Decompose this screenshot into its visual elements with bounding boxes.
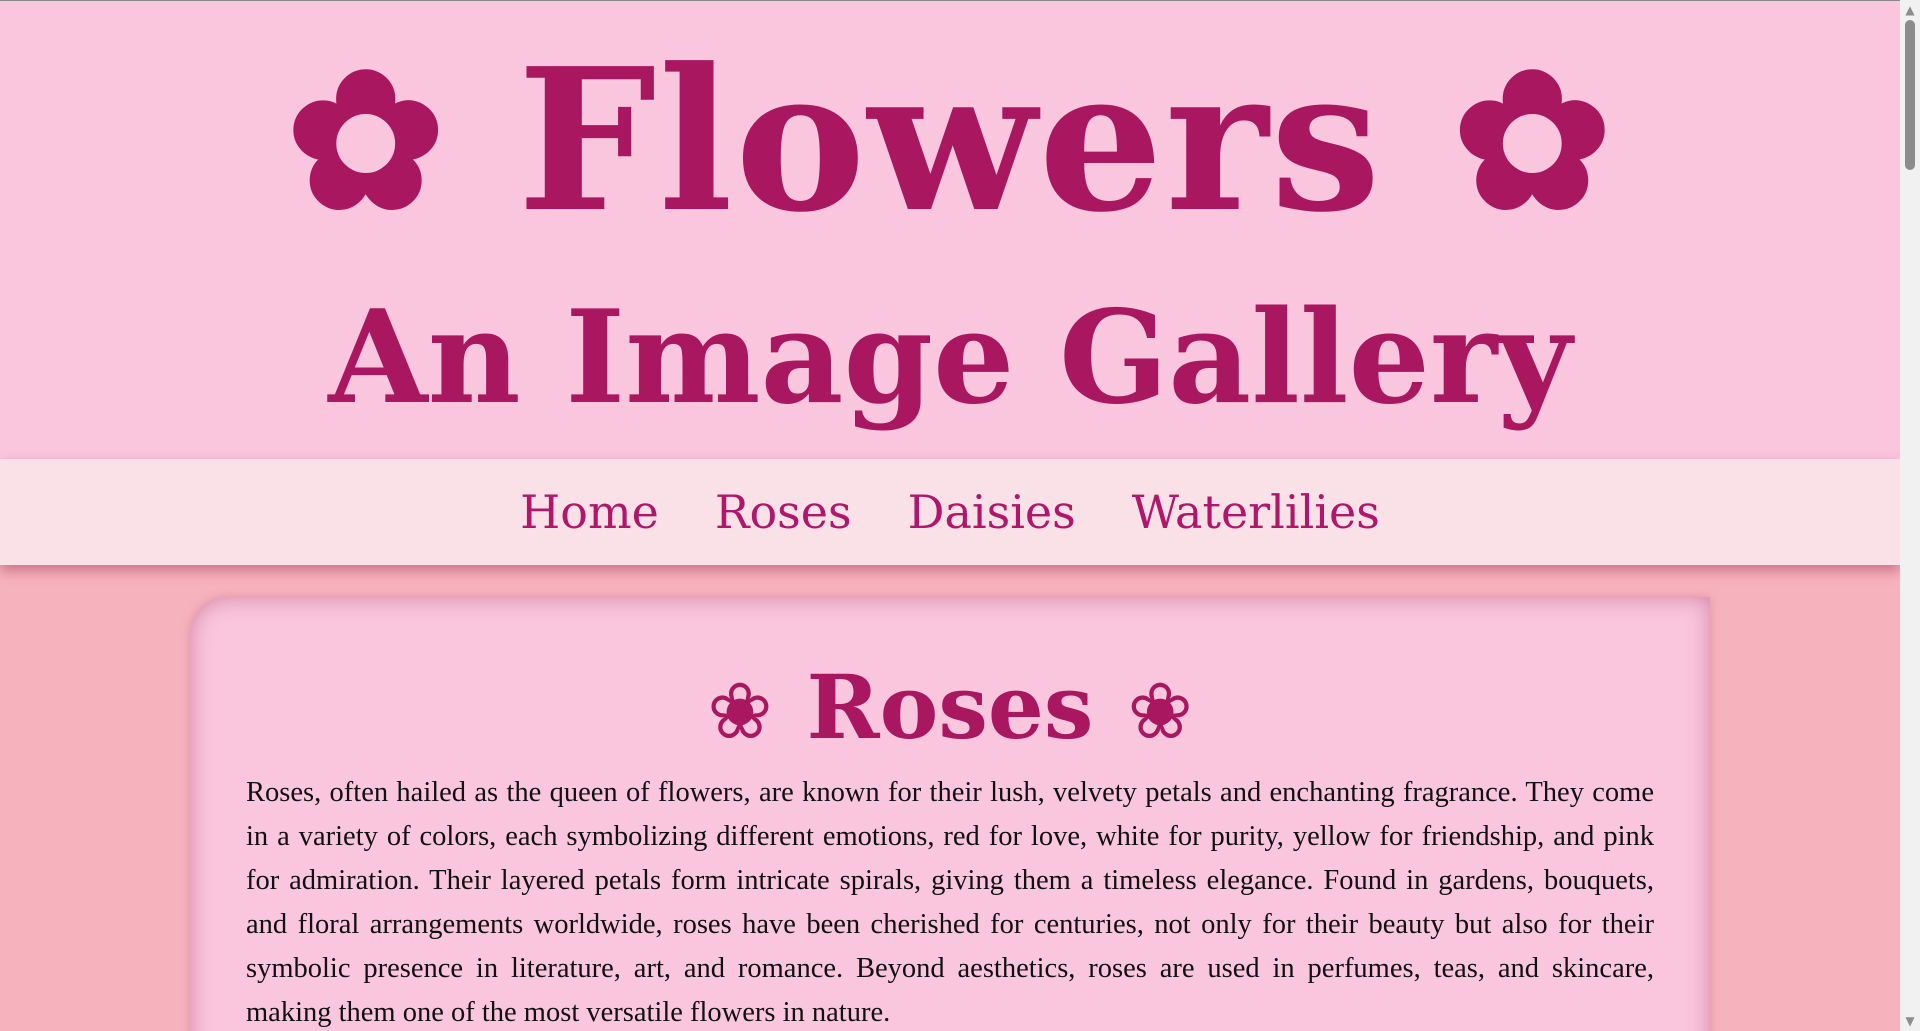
site-subtitle: An Image Gallery bbox=[328, 283, 1572, 433]
roses-section: ❀ Roses ❀ Roses, often hailed as the queen… bbox=[190, 597, 1710, 1031]
scrollbar-thumb[interactable] bbox=[1905, 20, 1915, 170]
scroll-up-arrow-icon[interactable]: ▲ bbox=[1900, 2, 1920, 18]
main-nav: Home Roses Daisies Waterlilies bbox=[0, 459, 1900, 565]
nav-link-daisies[interactable]: Daisies bbox=[908, 485, 1076, 539]
vertical-scrollbar[interactable]: ▲ ▼ bbox=[1900, 0, 1920, 1031]
nav-link-waterlilies[interactable]: Waterlilies bbox=[1132, 485, 1380, 539]
flower-icon: ❀ bbox=[1127, 667, 1193, 757]
page: ✿ Flowers ✿ An Image Gallery Home Roses Da… bbox=[0, 0, 1900, 1031]
nav-link-home[interactable]: Home bbox=[520, 485, 659, 539]
flower-icon: ✿ bbox=[286, 29, 448, 252]
scroll-down-arrow-icon[interactable]: ▼ bbox=[1900, 1013, 1920, 1029]
site-title-text: Flowers bbox=[517, 26, 1383, 256]
site-title: ✿ Flowers ✿ bbox=[0, 26, 1900, 256]
flower-icon: ❀ bbox=[707, 667, 773, 757]
nav-list: Home Roses Daisies Waterlilies bbox=[520, 485, 1380, 539]
flower-icon: ✿ bbox=[1452, 29, 1614, 252]
nav-link-roses[interactable]: Roses bbox=[715, 485, 852, 539]
section-heading: ❀ Roses ❀ bbox=[190, 657, 1710, 762]
site-header: ✿ Flowers ✿ An Image Gallery bbox=[0, 1, 1900, 459]
section-description: Roses, often hailed as the queen of flow… bbox=[246, 777, 1654, 1028]
section-heading-text: Roses bbox=[806, 655, 1094, 759]
